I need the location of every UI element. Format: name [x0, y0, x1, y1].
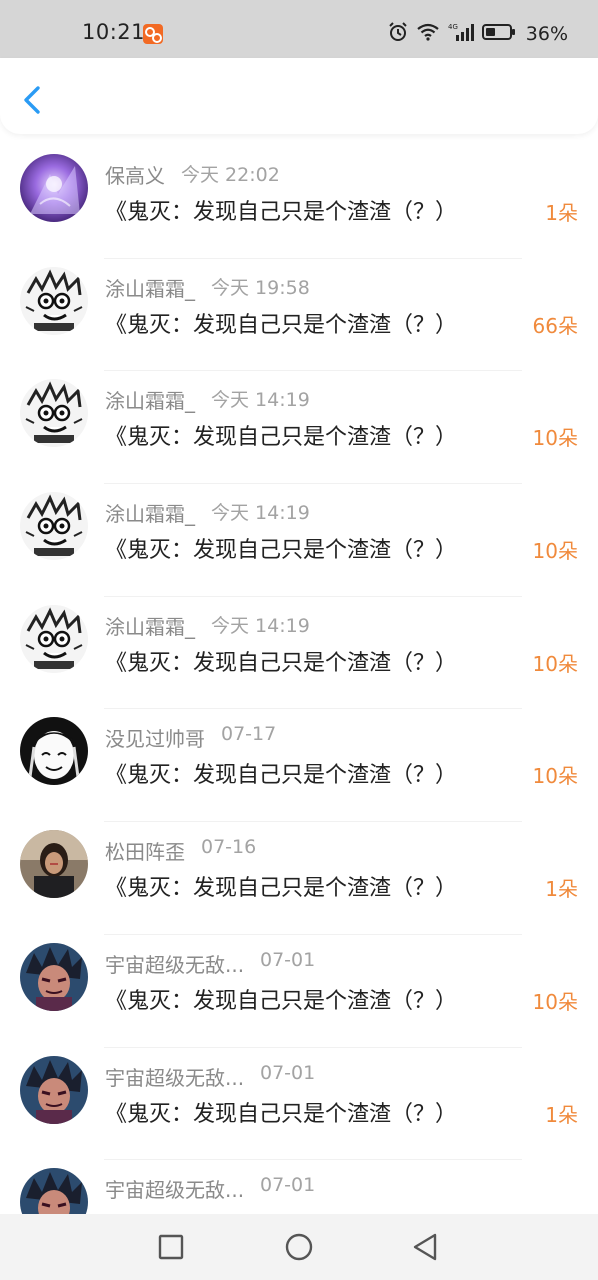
gift-time: 07-01	[260, 1174, 316, 1197]
gift-row[interactable]: 宇宙超级无敌...07-01《鬼灭：发现自己只是个渣渣（？）	[0, 1160, 598, 1214]
book-title[interactable]: 《鬼灭：发现自己只是个渣渣（？）	[105, 532, 523, 564]
recent-apps-icon	[158, 1234, 184, 1260]
user-avatar[interactable]	[20, 154, 88, 222]
user-name[interactable]: 涂山霜霜_	[105, 385, 195, 414]
gift-amount: 1朵	[545, 877, 578, 902]
gift-row[interactable]: 保高义 今天 22:02 《鬼灭：发现自己只是个渣渣（？） 1朵	[0, 146, 598, 259]
book-title[interactable]: 《鬼灭：发现自己只是个渣渣（？）	[105, 983, 523, 1015]
gift-time: 07-01	[260, 948, 316, 971]
user-avatar[interactable]	[20, 1055, 88, 1124]
user-avatar[interactable]	[20, 1168, 88, 1214]
book-title[interactable]: 《鬼灭：发现自己只是个渣渣（？）	[105, 1096, 523, 1128]
recent-apps-button[interactable]	[156, 1232, 186, 1262]
battery-percent: 36%	[525, 23, 568, 45]
gift-amount: 10朵	[532, 764, 578, 789]
app-notification-icon	[143, 24, 163, 44]
gift-time: 07-17	[221, 723, 277, 746]
gift-record-list[interactable]: 保高义 今天 22:02 《鬼灭：发现自己只是个渣渣（？） 1朵 涂山霜霜_ 今天 19:…	[0, 146, 598, 1214]
gift-row[interactable]: 涂山霜霜_ 今天 14:19 《鬼灭：发现自己只是个渣渣（？） 10朵	[0, 484, 598, 597]
gift-time: 今天 19:58	[211, 276, 310, 299]
user-name[interactable]: 宇宙超级无敌...	[105, 1174, 244, 1203]
gift-row[interactable]: 涂山霜霜_ 今天 14:19 《鬼灭：发现自己只是个渣渣（？） 10朵	[0, 597, 598, 710]
status-time: 10:21	[82, 20, 146, 44]
book-title[interactable]: 《鬼灭：发现自己只是个渣渣（？）	[105, 870, 523, 902]
system-back-button[interactable]	[410, 1232, 440, 1262]
gift-amount: 66朵	[532, 313, 578, 338]
gift-amount: 10朵	[532, 989, 578, 1014]
gift-time: 今天 22:02	[181, 164, 280, 186]
gift-time: 07-16	[201, 836, 257, 859]
gift-amount: 1朵	[545, 201, 578, 225]
user-avatar[interactable]	[20, 717, 88, 786]
home-button[interactable]	[284, 1232, 314, 1262]
book-title[interactable]: 《鬼灭：发现自己只是个渣渣（？）	[105, 194, 523, 226]
status-bar: 10:21 4G 36%	[0, 0, 598, 58]
user-name[interactable]: 涂山霜霜_	[105, 611, 195, 640]
user-name[interactable]: 没见过帅哥	[105, 723, 205, 752]
gift-row[interactable]: 没见过帅哥 07-17 《鬼灭：发现自己只是个渣渣（？） 10朵	[0, 709, 598, 823]
user-avatar[interactable]	[20, 830, 88, 899]
system-nav-bar	[0, 1214, 598, 1280]
user-avatar[interactable]	[20, 942, 88, 1011]
svg-text:4G: 4G	[448, 23, 458, 31]
back-button[interactable]	[18, 82, 48, 118]
user-name[interactable]: 宇宙超级无敌...	[105, 949, 244, 978]
battery-icon	[481, 23, 516, 45]
user-avatar[interactable]	[20, 379, 88, 448]
alarm-icon	[388, 22, 408, 46]
gift-time: 今天 14:19	[211, 502, 310, 525]
home-icon	[285, 1233, 313, 1261]
user-avatar[interactable]	[20, 492, 88, 561]
gift-amount: 10朵	[532, 426, 578, 451]
gift-time: 今天 14:19	[211, 389, 310, 412]
status-icons: 4G 36%	[388, 22, 568, 46]
book-title[interactable]: 《鬼灭：发现自己只是个渣渣（？）	[105, 307, 523, 339]
gift-amount: 10朵	[532, 651, 578, 676]
user-name[interactable]: 保高义	[105, 160, 165, 189]
book-title[interactable]: 《鬼灭：发现自己只是个渣渣（？）	[105, 645, 523, 677]
book-title[interactable]: 《鬼灭：发现自己只是个渣渣（？）	[105, 419, 523, 451]
user-name[interactable]: 涂山霜霜_	[105, 498, 195, 527]
user-name[interactable]: 松田阵歪	[105, 836, 185, 865]
user-name[interactable]: 宇宙超级无敌...	[105, 1062, 244, 1091]
gift-time: 07-01	[260, 1061, 316, 1084]
back-triangle-icon	[413, 1233, 437, 1261]
gift-amount: 1朵	[545, 1102, 578, 1127]
gift-row[interactable]: 涂山霜霜_ 今天 19:58 《鬼灭：发现自己只是个渣渣（？） 66朵	[0, 259, 598, 372]
top-header	[0, 58, 598, 134]
gift-row[interactable]: 松田阵歪 07-16 《鬼灭：发现自己只是个渣渣（？） 1朵	[0, 822, 598, 935]
gift-time: 今天 14:19	[211, 614, 310, 637]
gift-row[interactable]: 涂山霜霜_ 今天 14:19 《鬼灭：发现自己只是个渣渣（？） 10朵	[0, 371, 598, 485]
gift-row[interactable]: 宇宙超级无敌... 07-01 《鬼灭：发现自己只是个渣渣（？） 10朵	[0, 935, 598, 1048]
gift-amount: 10朵	[532, 539, 578, 564]
book-title[interactable]: 《鬼灭：发现自己只是个渣渣（？）	[105, 757, 523, 789]
user-avatar[interactable]	[20, 266, 88, 335]
wifi-icon	[416, 23, 440, 45]
user-avatar[interactable]	[20, 604, 88, 673]
chevron-left-icon	[24, 86, 40, 114]
user-name[interactable]: 涂山霜霜_	[105, 273, 195, 302]
gift-row[interactable]: 宇宙超级无敌... 07-01 《鬼灭：发现自己只是个渣渣（？） 1朵	[0, 1048, 598, 1161]
signal-icon: 4G	[448, 22, 474, 46]
